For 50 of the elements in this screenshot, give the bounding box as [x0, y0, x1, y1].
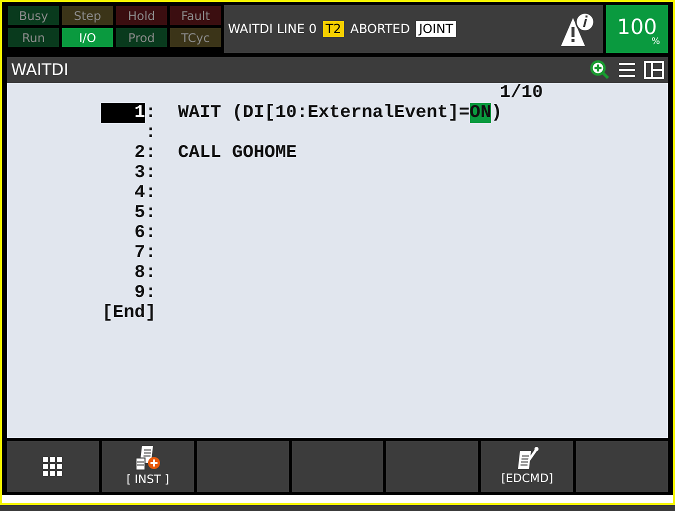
- line-number[interactable]: 1: [101, 103, 146, 123]
- line-colon: :: [145, 283, 156, 303]
- override-value: 100: [616, 16, 658, 38]
- line-colon: :: [145, 123, 156, 143]
- status-light: Prod: [116, 28, 167, 47]
- line-number[interactable]: 4: [101, 183, 146, 203]
- line-colon: :: [145, 223, 156, 243]
- status-light: Busy: [8, 6, 59, 25]
- status-light: Hold: [116, 6, 167, 25]
- code-text: ): [491, 103, 502, 123]
- grid-icon: [42, 456, 63, 476]
- line-number[interactable]: [End]: [102, 303, 156, 323]
- line-number[interactable]: 2: [101, 143, 146, 163]
- status-light: Run: [8, 28, 59, 47]
- document-add-icon: [134, 444, 161, 471]
- line-colon: :: [145, 203, 156, 223]
- status-light: TCyc: [170, 28, 221, 47]
- value-cursor[interactable]: ON: [470, 103, 492, 123]
- menu-icon[interactable]: [618, 62, 636, 78]
- status-light: I/O: [62, 28, 113, 47]
- line-colon: :: [145, 263, 156, 283]
- document-pen-icon: [515, 446, 540, 470]
- coord-badge: JOINT: [416, 21, 456, 37]
- code-text: CALL GOHOME: [178, 143, 297, 163]
- override-unit: %: [651, 38, 660, 46]
- line-number[interactable]: 5: [101, 203, 146, 223]
- run-state: ABORTED: [350, 20, 410, 38]
- code-text: WAIT (DI[10:ExternalEvent]=: [178, 103, 470, 123]
- line-colon: :: [145, 183, 156, 203]
- line-number[interactable]: 3: [101, 163, 146, 183]
- line-colon: :: [145, 143, 156, 163]
- line-position: 1/10: [500, 83, 543, 103]
- function-key[interactable]: [ INST ]: [102, 441, 194, 492]
- line-number[interactable]: 9: [101, 283, 146, 303]
- split-view-icon[interactable]: [644, 61, 664, 79]
- line-number[interactable]: 8: [101, 263, 146, 283]
- function-key[interactable]: [EDCMD]: [481, 441, 574, 492]
- override-panel[interactable]: 100 %: [606, 5, 668, 53]
- line-number[interactable]: 7: [101, 243, 146, 263]
- program-status: WAITDI LINE 0: [228, 20, 317, 38]
- line-colon: :: [145, 243, 156, 263]
- zoom-in-icon[interactable]: [590, 60, 610, 80]
- status-light: Step: [62, 6, 113, 25]
- status-light: Fault: [170, 6, 221, 25]
- line-colon: :: [145, 103, 156, 123]
- function-key[interactable]: [7, 441, 99, 492]
- line-colon: :: [145, 163, 156, 183]
- mode-badge: T2: [322, 21, 344, 37]
- screen-title: WAITDI: [11, 59, 70, 81]
- line-number[interactable]: 6: [101, 223, 146, 243]
